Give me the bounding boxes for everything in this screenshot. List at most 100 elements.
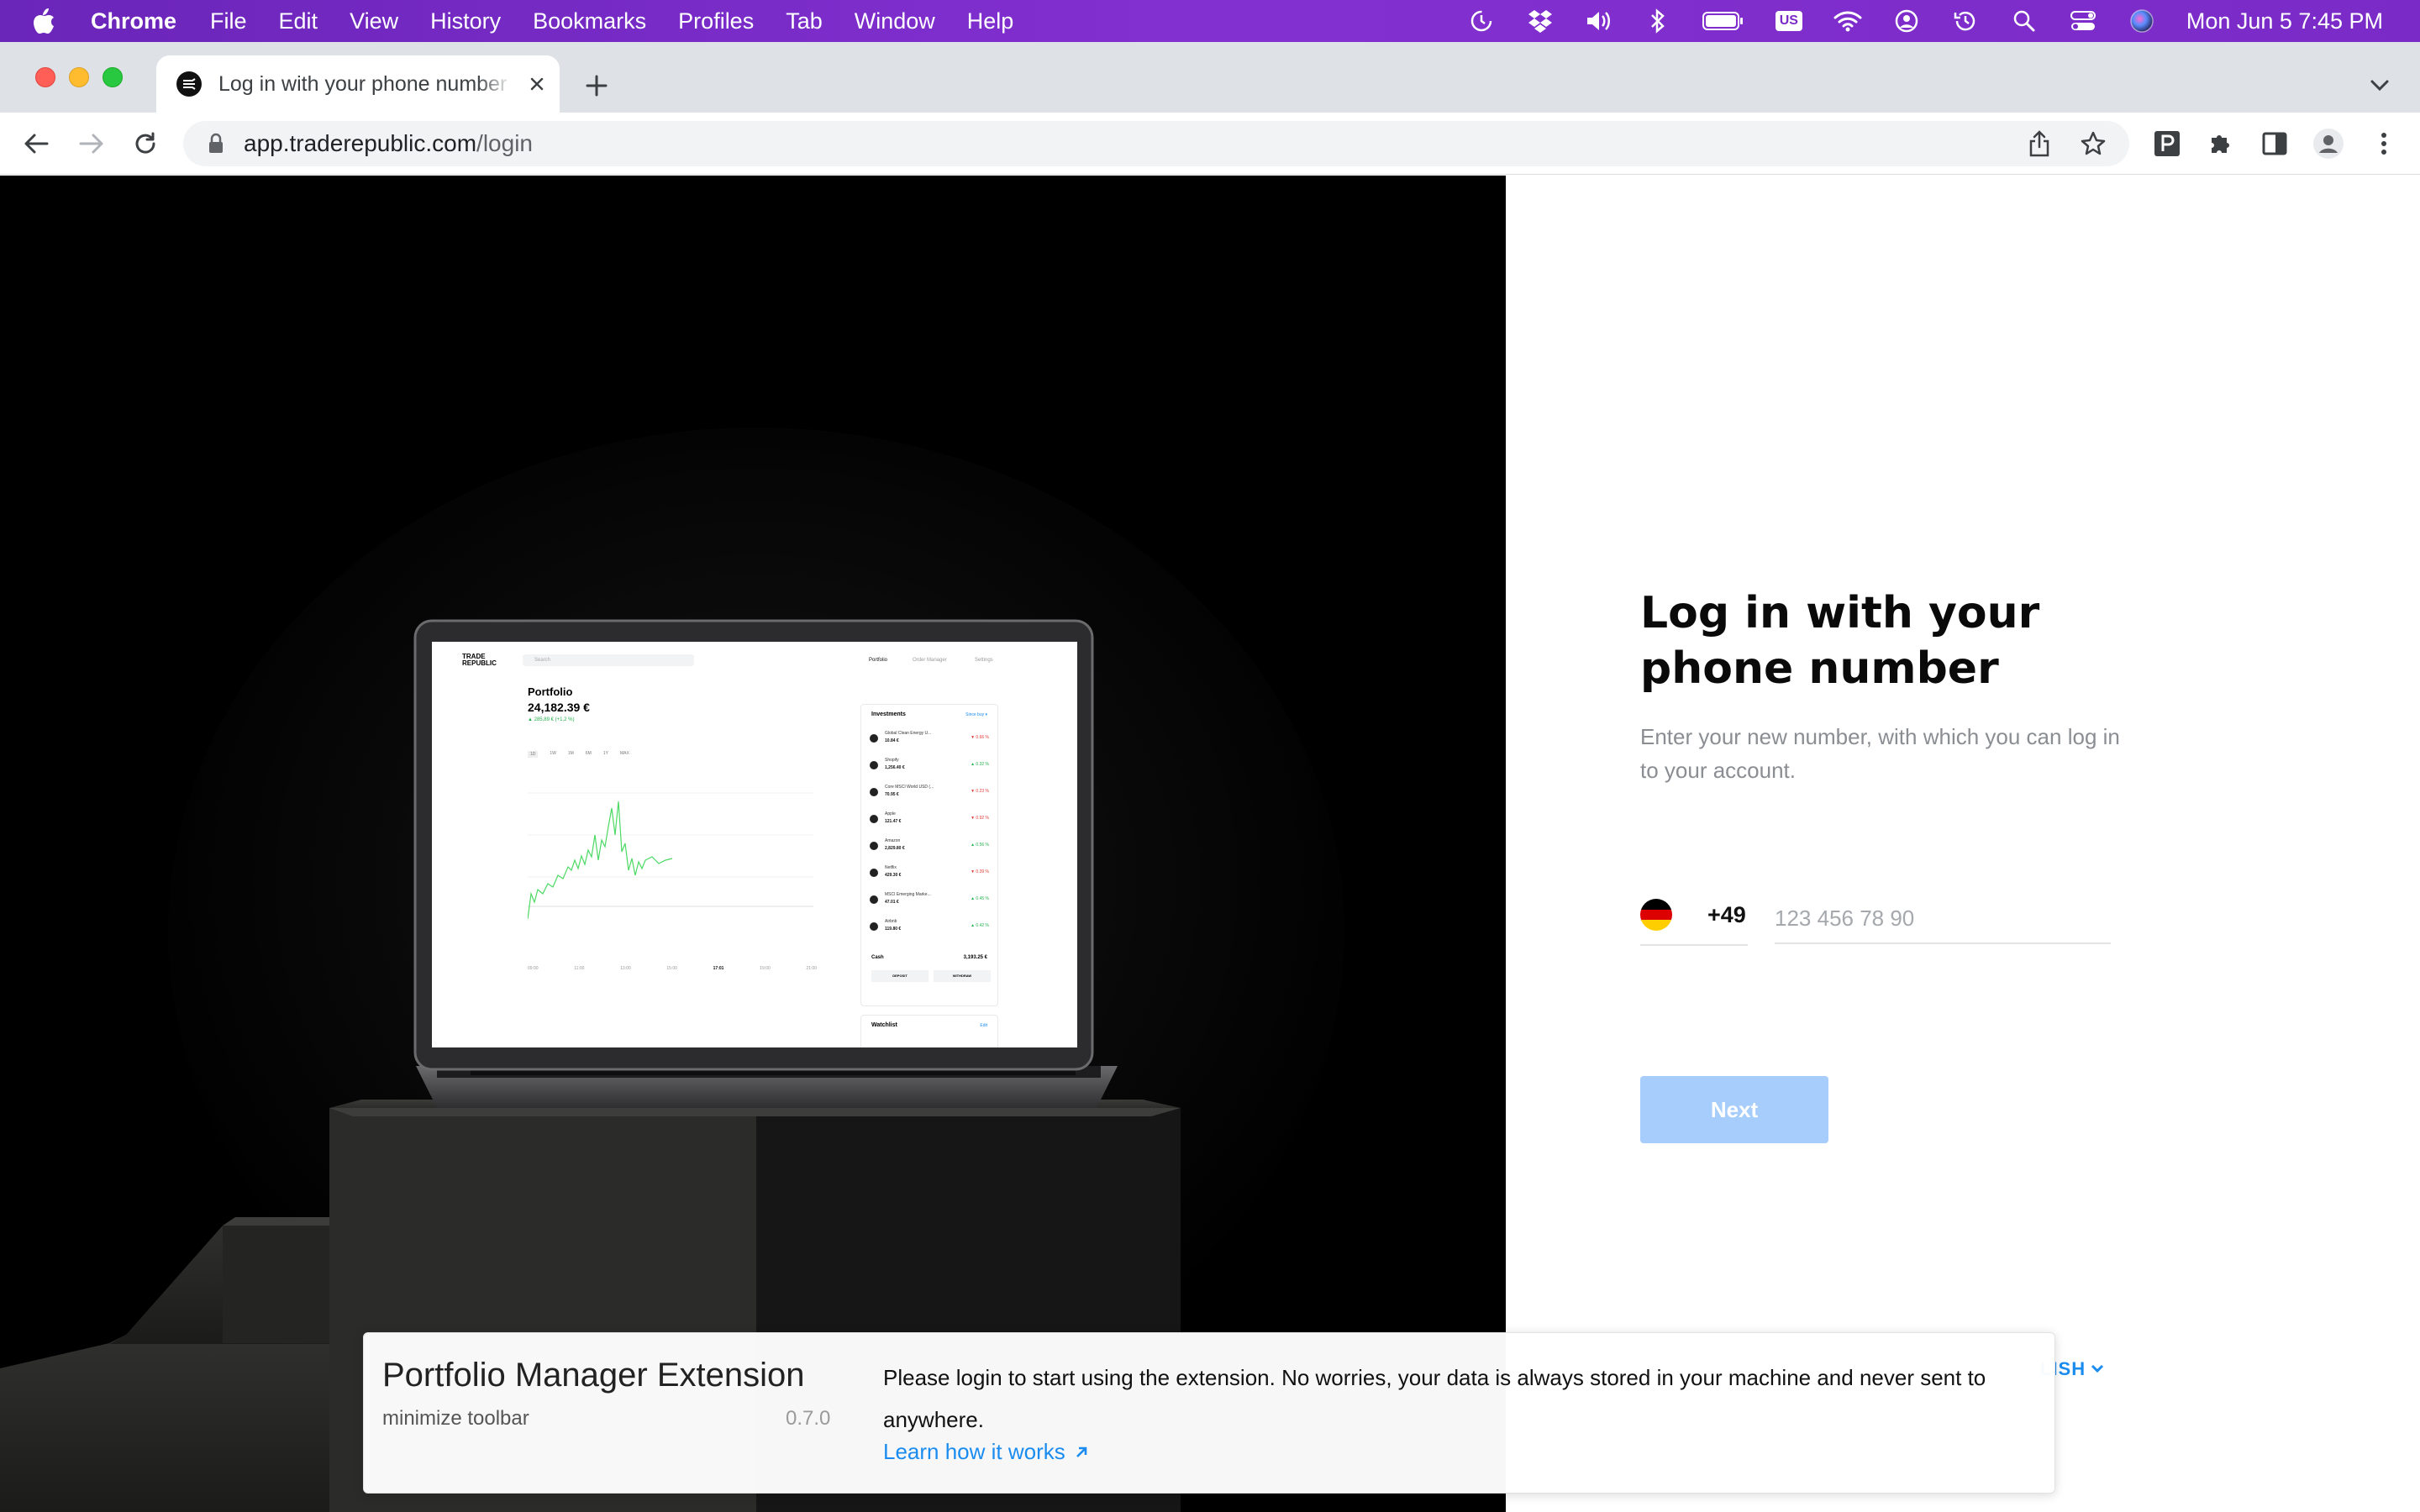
dropbox-icon[interactable] — [1526, 7, 1555, 35]
share-icon[interactable] — [2023, 128, 2055, 160]
country-code-underline — [1640, 944, 1748, 946]
menu-clock[interactable]: Mon Jun 5 7:45 PM — [2186, 8, 2383, 34]
login-pane: Log in with your phone number Enter your… — [1506, 176, 2420, 1512]
login-title: Log in with your phone number — [1640, 588, 2040, 694]
apple-icon[interactable] — [32, 8, 57, 34]
external-arrow-icon — [1076, 1446, 1087, 1457]
learn-how-link[interactable]: Learn how it works — [883, 1439, 1089, 1465]
investment-change: ▼ 0.92 % — [971, 816, 989, 821]
investment-row: Apple 121.47 € ▼ 0.92 % — [861, 809, 999, 836]
screen-time-icon[interactable] — [1467, 7, 1496, 35]
phone-number-row: +49 — [1640, 894, 2111, 946]
minimize-window-button[interactable] — [69, 67, 89, 87]
investment-name: Shopify — [885, 758, 899, 763]
time-machine-icon[interactable] — [1951, 7, 1980, 35]
investment-name: Core MSCI World USD (... — [885, 785, 934, 790]
laptop-nav-orders: Order Manager — [913, 658, 947, 663]
siri-icon[interactable] — [2128, 7, 2156, 35]
laptop-portfolio-change: ▲ 285,89 € (+1,2 %) — [528, 717, 575, 722]
fullscreen-window-button[interactable] — [103, 67, 123, 87]
user-icon[interactable] — [1892, 7, 1921, 35]
bluetooth-icon[interactable] — [1644, 7, 1672, 35]
tab-title: Log in with your phone number — [218, 71, 508, 96]
puzzle-icon[interactable] — [2205, 128, 2237, 160]
forward-icon[interactable] — [76, 128, 108, 160]
wifi-icon[interactable] — [1833, 7, 1862, 35]
menu-edit[interactable]: Edit — [279, 8, 318, 34]
next-button[interactable]: Next — [1640, 1076, 1828, 1143]
more-icon[interactable] — [2368, 128, 2400, 160]
battery-icon[interactable] — [1702, 7, 1744, 35]
cash-value: 3,193.25 € — [963, 955, 987, 960]
country-code[interactable]: +49 — [1707, 902, 1746, 928]
tab-search-chevron-icon[interactable] — [2365, 71, 2395, 101]
investment-logo-icon — [870, 815, 878, 823]
spotlight-icon[interactable] — [2010, 7, 2039, 35]
close-window-button[interactable] — [35, 67, 55, 87]
laptop-watchlist-panel: Watchlist Edit — [860, 1015, 998, 1047]
back-icon[interactable] — [20, 128, 52, 160]
minimize-toolbar-link[interactable]: minimize toolbar — [382, 1407, 529, 1431]
investment-name: Amazon — [885, 838, 901, 843]
germany-flag-icon[interactable] — [1640, 899, 1672, 931]
extension-toolbar: Portfolio Manager Extension minimize too… — [363, 1332, 2055, 1494]
range-tab: 1W — [550, 751, 556, 756]
menu-bookmarks[interactable]: Bookmarks — [533, 8, 646, 34]
time-label: 17:01 — [713, 966, 724, 971]
cash-label: Cash — [871, 955, 884, 960]
login-subtitle: Enter your new number, with which you ca… — [1640, 724, 2120, 783]
range-tab: 1D — [528, 751, 539, 758]
side-panel-icon[interactable] — [2259, 128, 2291, 160]
laptop-time-axis: 09:00 11:00 13:00 15:00 17:01 19:00 21:0… — [528, 966, 817, 971]
menu-window[interactable]: Window — [855, 8, 935, 34]
chevron-down-icon — [2091, 1364, 2104, 1373]
investment-value: 429.30 € — [885, 873, 902, 878]
laptop-portfolio-label: Portfolio — [528, 685, 573, 698]
menu-tab[interactable]: Tab — [786, 8, 823, 34]
investment-logo-icon — [870, 788, 878, 796]
laptop-investments-panel: Investments Since buy ▾ Global Clean Ene… — [860, 704, 998, 1006]
investment-change: ▲ 0.56 % — [971, 843, 989, 848]
bookmark-star-icon[interactable] — [2077, 128, 2109, 160]
laptop-range-tabs: 1D 1W 1M 6M 1Y MAX — [528, 751, 629, 758]
volume-icon[interactable] — [1585, 7, 1613, 35]
investment-logo-icon — [870, 842, 878, 850]
investment-row: MSCI Emerging Marke... 47.01 € ▲ 0.45 % — [861, 890, 999, 916]
phone-number-input[interactable] — [1775, 894, 2111, 944]
address-bar[interactable]: app.traderepublic.com /login — [183, 121, 2129, 166]
watchlist-edit: Edit — [980, 1023, 987, 1028]
profile-icon[interactable] — [2312, 128, 2344, 160]
investment-row: Global Clean Energy U... 10.84 € ▼ 0.66 % — [861, 728, 999, 755]
investment-value: 1,256.40 € — [885, 765, 905, 770]
menu-app-name[interactable]: Chrome — [91, 8, 176, 34]
tab-active[interactable]: Log in with your phone number — [156, 55, 560, 113]
time-label: 09:00 — [528, 966, 539, 971]
menu-help[interactable]: Help — [967, 8, 1014, 34]
lock-icon[interactable] — [203, 133, 229, 155]
time-label: 21:00 — [806, 966, 817, 971]
withdraw-button: WITHDRAW — [934, 970, 991, 982]
laptop-nav-settings: Settings — [975, 658, 993, 663]
time-label: 19:00 — [760, 966, 771, 971]
range-tab: MAX — [619, 751, 629, 756]
extension-version: 0.7.0 — [786, 1407, 831, 1430]
investment-logo-icon — [870, 734, 878, 743]
time-label: 15:00 — [666, 966, 677, 971]
menu-history[interactable]: History — [430, 8, 501, 34]
extension-title: Portfolio Manager Extension — [382, 1357, 805, 1394]
investment-row: Airbnb 119.80 € ▲ 0.42 % — [861, 916, 999, 943]
menu-bar: Chrome File Edit View History Bookmarks … — [0, 0, 2420, 42]
input-source-icon[interactable]: US — [1775, 7, 1803, 35]
reload-icon[interactable] — [129, 128, 161, 160]
menu-profiles[interactable]: Profiles — [678, 8, 754, 34]
extension-p-icon[interactable] — [2151, 128, 2183, 160]
new-tab-icon[interactable] — [580, 69, 613, 102]
url-host: app.traderepublic.com — [244, 130, 477, 156]
menu-view[interactable]: View — [350, 8, 398, 34]
investment-row: Shopify 1,256.40 € ▲ 0.32 % — [861, 755, 999, 782]
range-tab: 1Y — [602, 751, 608, 756]
menu-file[interactable]: File — [210, 8, 247, 34]
tab-close-icon[interactable] — [524, 71, 550, 97]
investment-change: ▼ 0.23 % — [971, 789, 989, 794]
control-center-icon[interactable] — [2069, 7, 2097, 35]
